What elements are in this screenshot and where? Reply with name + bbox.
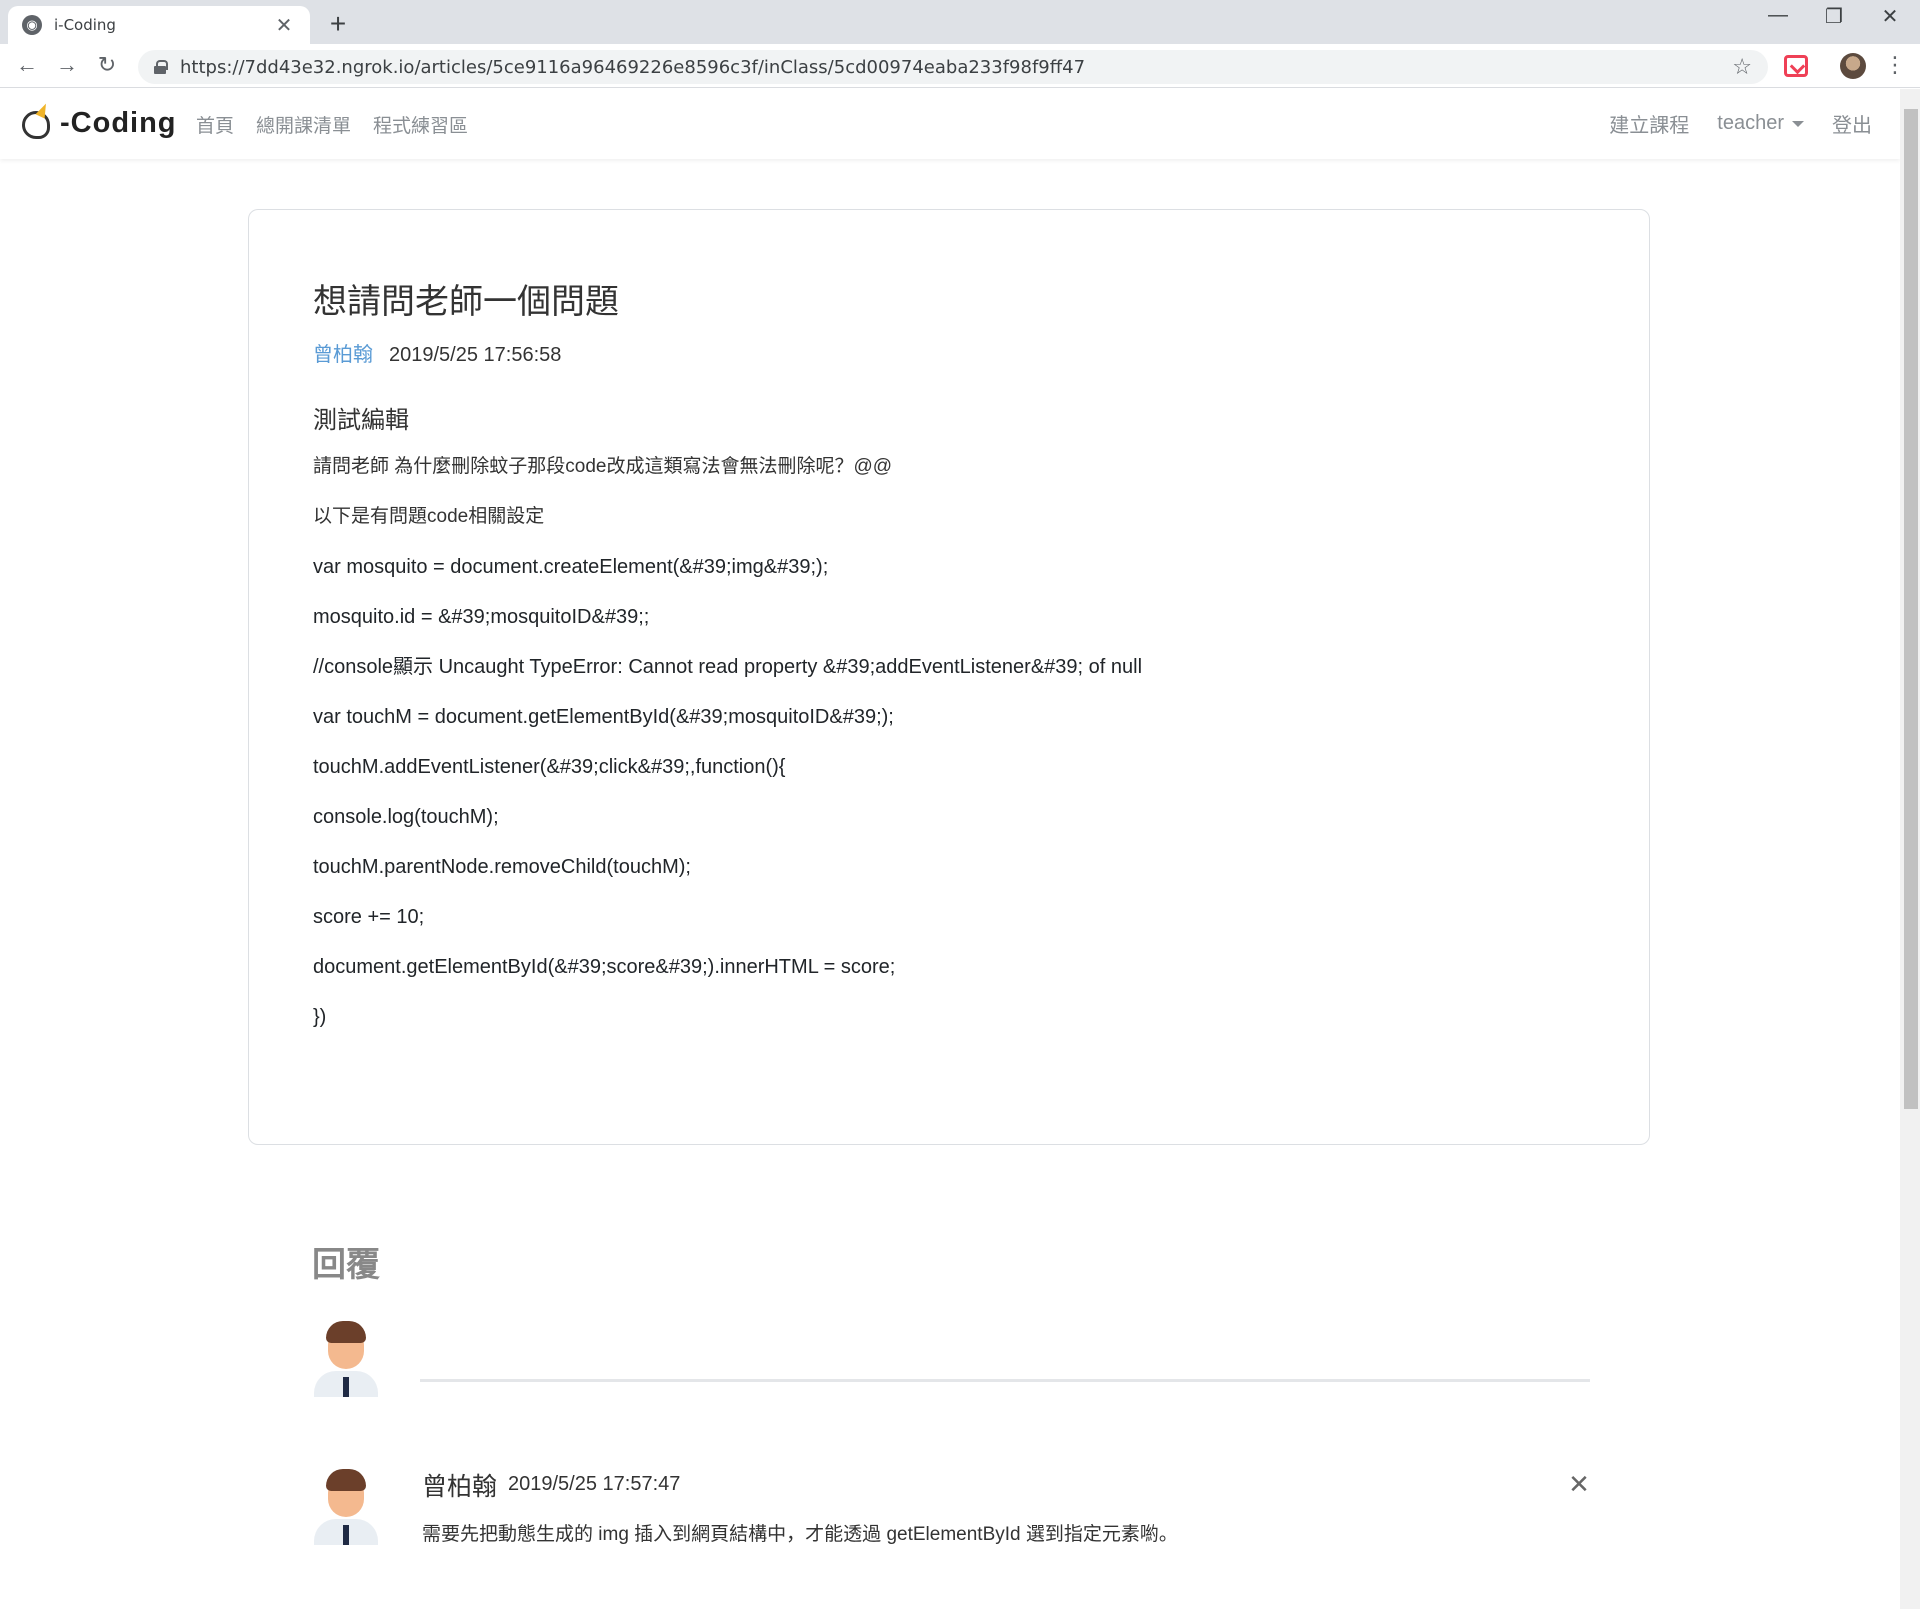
browser-menu-icon[interactable]: ⋮: [1884, 52, 1906, 78]
article-line: var mosquito = document.createElement(&#…: [313, 556, 829, 578]
article-card: 想請問老師一個問題 曾柏翰 2019/5/25 17:56:58 測試編輯 請問…: [248, 209, 1650, 1145]
address-bar[interactable]: https://7dd43e32.ngrok.io/articles/5ce91…: [138, 50, 1768, 84]
article-line: touchM.addEventListener(&#39;click&#39;,…: [313, 756, 786, 778]
article-date: 2019/5/25 17:56:58: [389, 344, 562, 366]
restore-button[interactable]: ❐: [1814, 4, 1854, 29]
article-line: }): [313, 1006, 327, 1028]
profile-avatar[interactable]: [1840, 53, 1866, 79]
window-close-button[interactable]: ✕: [1870, 4, 1910, 29]
browser-tab[interactable]: ◉ i-Coding ✕: [8, 6, 310, 44]
nav-courses-link[interactable]: 總開課清單: [256, 111, 351, 138]
article-line: 以下是有問題code相關設定: [313, 506, 545, 527]
reply-heading: 回覆: [312, 1246, 380, 1284]
article-line: score += 10;: [313, 906, 425, 928]
user-dropdown[interactable]: teacher: [1717, 112, 1804, 135]
nav-links: 首頁 總開課清單 程式練習區: [196, 111, 490, 138]
article-body: 請問老師 為什麼刪除蚊子那段code改成這類寫法會無法刪除呢？@@ 以下是有問題…: [313, 454, 1593, 1054]
reply-author-avatar: [312, 1469, 380, 1545]
reply-text: 需要先把動態生成的 img 插入到網頁結構中，才能透過 getElementBy…: [422, 1524, 1178, 1545]
page-scrollbar[interactable]: [1900, 89, 1920, 1609]
globe-icon: ◉: [22, 15, 42, 35]
scrollbar-thumb[interactable]: [1904, 109, 1918, 1109]
delete-reply-icon[interactable]: ✕: [1566, 1469, 1592, 1500]
reply-author-name: 曾柏翰: [422, 1473, 498, 1501]
article-line: mosquito.id = &#39;mosquitoID&#39;;: [313, 606, 650, 628]
reply-input[interactable]: [420, 1379, 1590, 1382]
new-tab-button[interactable]: +: [322, 8, 354, 40]
nav-practice-link[interactable]: 程式練習區: [373, 111, 468, 138]
current-user-avatar: [312, 1321, 380, 1397]
tab-close-icon[interactable]: ✕: [272, 13, 296, 38]
article-line: document.getElementById(&#39;score&#39;)…: [313, 956, 896, 978]
nav-right: 建立課程 teacher 登出: [1581, 109, 1872, 138]
article-line: //console顯示 Uncaught TypeError: Cannot r…: [313, 656, 1143, 678]
article-line: console.log(touchM);: [313, 806, 499, 828]
article-title: 想請問老師一個問題: [313, 283, 619, 321]
unicorn-logo-icon: [18, 101, 58, 143]
url-text[interactable]: https://7dd43e32.ngrok.io/articles/5ce91…: [180, 57, 1732, 78]
forward-arrow-icon[interactable]: →: [52, 52, 82, 78]
create-course-link[interactable]: 建立課程: [1609, 109, 1689, 138]
article-author-link[interactable]: 曾柏翰: [313, 338, 373, 367]
logout-link[interactable]: 登出: [1832, 109, 1872, 138]
site-navbar: -Coding 首頁 總開課清單 程式練習區 建立課程 teacher 登出: [0, 89, 1900, 159]
lock-icon: [154, 60, 168, 74]
caret-down-icon: [1792, 120, 1804, 127]
bookmark-star-icon[interactable]: ☆: [1732, 54, 1752, 80]
reply-date: 2019/5/25 17:57:47: [508, 1473, 681, 1495]
pocket-extension-icon[interactable]: [1784, 55, 1808, 77]
brand-logo[interactable]: -Coding: [18, 101, 177, 143]
browser-toolbar: ← → ↻ https://7dd43e32.ngrok.io/articles…: [0, 44, 1920, 88]
brand-text: -Coding: [60, 106, 177, 139]
article-line: var touchM = document.getElementById(&#3…: [313, 706, 894, 728]
tab-title: i-Coding: [54, 16, 116, 34]
nav-home-link[interactable]: 首頁: [196, 111, 234, 138]
article-line: touchM.parentNode.removeChild(touchM);: [313, 856, 691, 878]
article-subtitle: 測試編輯: [313, 407, 409, 434]
article-line: 請問老師 為什麼刪除蚊子那段code改成這類寫法會無法刪除呢？@@: [313, 456, 893, 477]
page-content: -Coding 首頁 總開課清單 程式練習區 建立課程 teacher 登出 想…: [0, 89, 1900, 1609]
article-meta: 曾柏翰 2019/5/25 17:56:58: [313, 338, 561, 367]
browser-tab-bar: ◉ i-Coding ✕ + — ❐ ✕: [0, 0, 1920, 44]
minimize-button[interactable]: —: [1758, 4, 1798, 27]
back-arrow-icon[interactable]: ←: [12, 52, 42, 78]
user-name: teacher: [1717, 112, 1784, 134]
reload-icon[interactable]: ↻: [92, 52, 122, 78]
